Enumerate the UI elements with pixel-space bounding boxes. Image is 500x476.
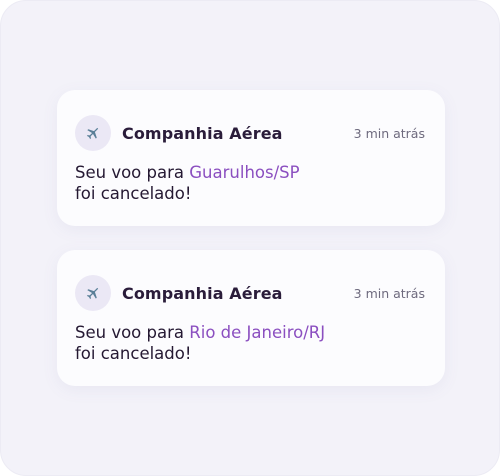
notifications-panel: Companhia Aérea 3 min atrás Seu voo para… [0, 0, 500, 476]
destination-text: Guarulhos/SP [189, 163, 300, 182]
notification-card[interactable]: Companhia Aérea 3 min atrás Seu voo para… [57, 250, 445, 386]
message-suffix: foi cancelado! [75, 344, 192, 363]
app-avatar [75, 115, 111, 151]
notification-message: Seu voo para Rio de Janeiro/RJ foi cance… [75, 322, 425, 364]
timestamp: 3 min atrás [353, 285, 425, 301]
app-avatar [75, 275, 111, 311]
notification-message: Seu voo para Guarulhos/SP foi cancelado! [75, 162, 425, 204]
timestamp: 3 min atrás [353, 125, 425, 141]
message-prefix: Seu voo para [75, 163, 190, 182]
message-prefix: Seu voo para [75, 323, 190, 342]
airplane-icon [86, 287, 99, 300]
destination-text: Rio de Janeiro/RJ [189, 323, 326, 342]
notification-header: Companhia Aérea 3 min atrás [75, 115, 425, 151]
notification-card[interactable]: Companhia Aérea 3 min atrás Seu voo para… [57, 90, 445, 226]
notification-header: Companhia Aérea 3 min atrás [75, 275, 425, 311]
message-suffix: foi cancelado! [75, 184, 192, 203]
sender-name: Companhia Aérea [122, 123, 283, 143]
sender-name: Companhia Aérea [122, 283, 283, 303]
airplane-icon [86, 127, 99, 140]
